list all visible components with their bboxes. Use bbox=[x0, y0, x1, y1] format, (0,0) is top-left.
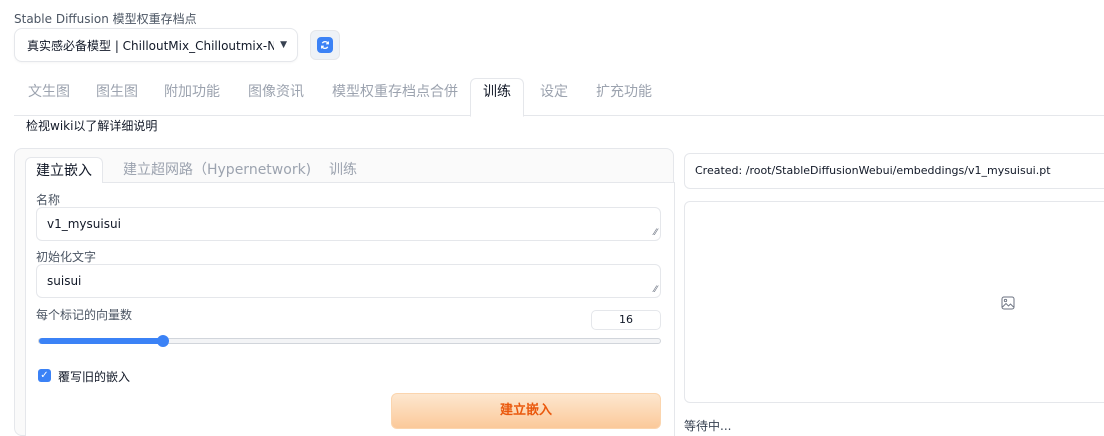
refresh-checkpoint-button[interactable] bbox=[310, 30, 340, 60]
tab-extensions[interactable]: 扩充功能 bbox=[596, 78, 652, 106]
main-tab-bar: 文生图 图生图 附加功能 图像资讯 模型权重存档点合併 训练 设定 扩充功能 bbox=[14, 78, 1104, 117]
vectors-per-token-label: 每个标记的向量数 bbox=[36, 308, 133, 322]
name-label: 名称 bbox=[36, 193, 61, 207]
name-input-value: v1_mysuisui bbox=[47, 217, 121, 231]
chevron-down-icon: ▼ bbox=[280, 40, 287, 50]
resize-handle-icon[interactable]: ⁄⁄ bbox=[654, 286, 657, 295]
create-embedding-button[interactable]: 建立嵌入 bbox=[391, 393, 661, 429]
tab-img2img[interactable]: 图生图 bbox=[96, 78, 138, 106]
tab-txt2img[interactable]: 文生图 bbox=[28, 78, 70, 106]
resize-handle-icon[interactable]: ⁄⁄ bbox=[654, 229, 657, 238]
tab-settings[interactable]: 设定 bbox=[540, 78, 568, 106]
train-panel: 建立嵌入 建立超网路（Hypernetwork) 训练 名称 v1_mysuis… bbox=[14, 148, 675, 436]
name-input[interactable]: v1_mysuisui ⁄⁄ bbox=[36, 207, 661, 241]
init-text-input-value: suisui bbox=[47, 274, 82, 288]
tab-checkpoint-merger[interactable]: 模型权重存档点合併 bbox=[332, 78, 458, 106]
tab-create-embedding[interactable]: 建立嵌入 bbox=[25, 157, 103, 184]
create-embedding-form: 名称 v1_mysuisui ⁄⁄ 初始化文字 suisui ⁄⁄ 每个标记的向… bbox=[25, 183, 675, 436]
checkpoint-dropdown[interactable]: 真实感必备模型 | ChilloutMix_Chilloutmix-Ni-p ▼ bbox=[14, 28, 298, 62]
checkmark-icon: ✓ bbox=[40, 369, 49, 381]
tab-train-sub[interactable]: 训练 bbox=[329, 157, 357, 183]
refresh-icon bbox=[317, 37, 333, 53]
tab-train[interactable]: 训练 bbox=[470, 78, 524, 117]
status-text: 等待中... bbox=[684, 419, 732, 433]
image-placeholder-icon bbox=[1001, 296, 1015, 314]
wiki-help-text[interactable]: 检视wiki以了解详细说明 bbox=[26, 117, 157, 134]
slider-thumb[interactable] bbox=[157, 335, 170, 347]
checkpoint-selected-value: 真实感必备模型 | ChilloutMix_Chilloutmix-Ni-p bbox=[27, 38, 275, 53]
overwrite-checkbox-label[interactable]: 覆写旧的嵌入 bbox=[58, 368, 130, 385]
init-text-label: 初始化文字 bbox=[36, 250, 97, 264]
slider-fill bbox=[39, 338, 164, 344]
tab-png-info[interactable]: 图像资讯 bbox=[248, 78, 304, 106]
tab-create-hypernetwork[interactable]: 建立超网路（Hypernetwork) bbox=[123, 157, 311, 183]
vectors-per-token-number[interactable]: 16 bbox=[591, 310, 661, 330]
output-image-area bbox=[684, 201, 1104, 403]
overwrite-checkbox[interactable]: ✓ bbox=[38, 369, 51, 382]
output-message: Created: /root/StableDiffusionWebui/embe… bbox=[684, 153, 1104, 189]
init-text-input[interactable]: suisui ⁄⁄ bbox=[36, 264, 661, 298]
train-sub-tab-bar: 建立嵌入 建立超网路（Hypernetwork) 训练 bbox=[25, 157, 675, 184]
checkpoint-label: Stable Diffusion 模型权重存档点 bbox=[14, 12, 197, 26]
vectors-per-token-slider[interactable] bbox=[38, 335, 661, 347]
tab-extras[interactable]: 附加功能 bbox=[164, 78, 220, 106]
